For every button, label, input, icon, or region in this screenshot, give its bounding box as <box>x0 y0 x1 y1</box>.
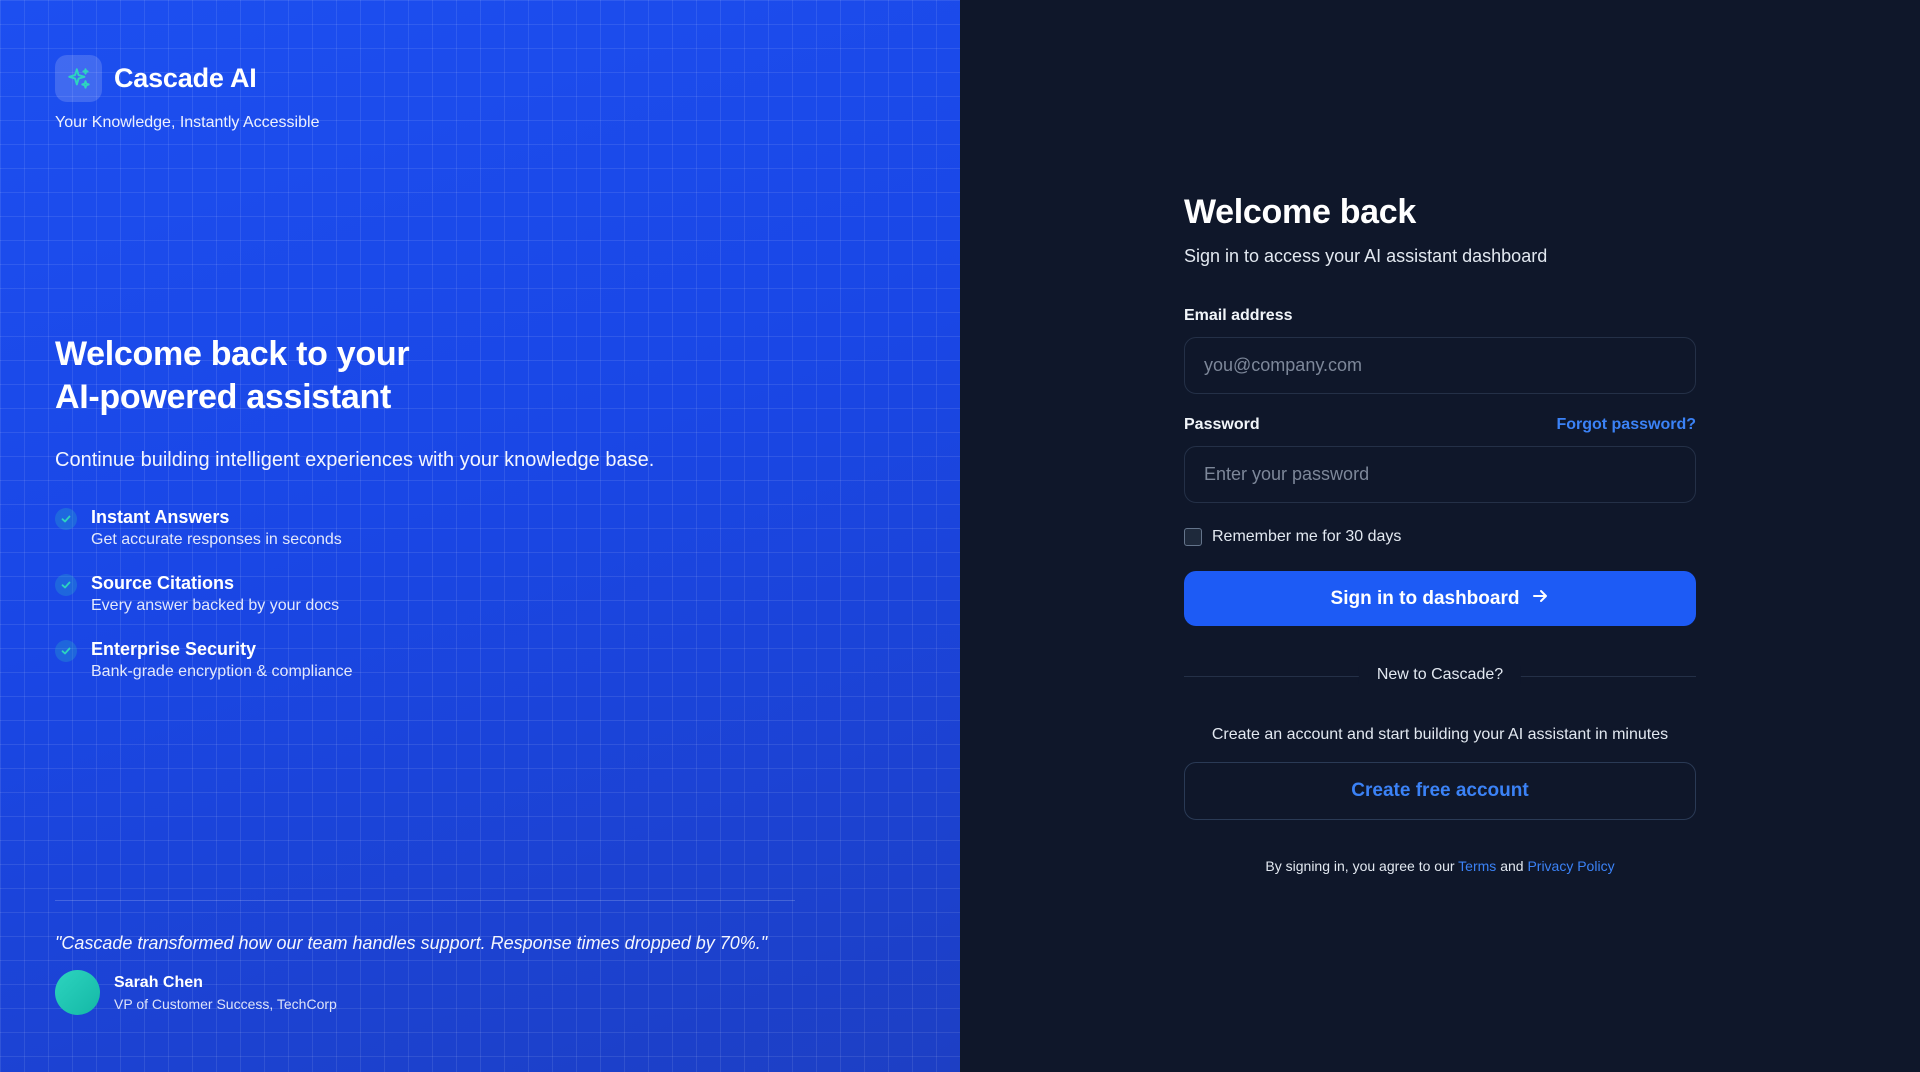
check-icon <box>55 640 77 662</box>
check-icon <box>55 574 77 596</box>
password-field-group: Password Forgot password? <box>1184 416 1696 503</box>
divider: New to Cascade? <box>1184 666 1696 686</box>
feature-desc: Bank-grade encryption & compliance <box>91 663 353 680</box>
hero-title-line-2: AI-powered assistant <box>55 378 391 416</box>
hero-subtitle: Continue building intelligent experience… <box>55 449 655 471</box>
email-input[interactable] <box>1184 337 1696 394</box>
email-field-group: Email address <box>1184 307 1696 394</box>
feature-title: Source Citations <box>91 573 235 593</box>
form-title: Welcome back <box>1184 193 1416 231</box>
divider-text: New to Cascade? <box>1358 666 1522 684</box>
remember-checkbox[interactable] <box>1184 528 1202 546</box>
remember-label: Remember me for 30 days <box>1212 528 1402 545</box>
brand-tagline: Your Knowledge, Instantly Accessible <box>55 114 320 131</box>
hero-title: Welcome back to your AI-powered assistan… <box>55 333 815 419</box>
author-name: Sarah Chen <box>114 973 203 991</box>
feature-title: Instant Answers <box>91 507 230 527</box>
legal-notice: By signing in, you agree to our Terms an… <box>1184 858 1696 874</box>
signup-prompt: Create an account and start building you… <box>1211 726 1669 743</box>
form-subtitle: Sign in to access your AI assistant dash… <box>1184 246 1548 266</box>
hero: Welcome back to your AI-powered assistan… <box>55 333 815 704</box>
feature-item: Instant Answers Get accurate responses i… <box>55 506 815 549</box>
testimonial-author: Sarah Chen VP of Customer Success, TechC… <box>55 970 795 1015</box>
terms-link[interactable]: Terms <box>1458 858 1496 874</box>
testimonial: "Cascade transformed how our team handle… <box>55 900 795 1015</box>
legal-and: and <box>1500 858 1524 874</box>
author-role: VP of Customer Success, TechCorp <box>114 995 337 1012</box>
brand: Cascade AI <box>55 55 905 102</box>
hero-title-line-1: Welcome back to your <box>55 335 410 373</box>
legal-prefix: By signing in, you agree to our <box>1265 858 1455 874</box>
remember-me[interactable]: Remember me for 30 days <box>1184 528 1696 546</box>
feature-desc: Every answer backed by your docs <box>91 597 340 614</box>
forgot-password-link[interactable]: Forgot password? <box>1556 416 1696 434</box>
sign-in-label: Sign in to dashboard <box>1330 587 1520 609</box>
sign-in-button[interactable]: Sign in to dashboard <box>1184 571 1696 626</box>
login-page: Cascade AI Your Knowledge, Instantly Acc… <box>0 0 1920 1072</box>
check-icon <box>55 508 77 530</box>
create-account-button[interactable]: Create free account <box>1184 762 1696 820</box>
password-input[interactable] <box>1184 446 1696 503</box>
feature-title: Enterprise Security <box>91 639 257 659</box>
marketing-panel: Cascade AI Your Knowledge, Instantly Acc… <box>0 0 960 1072</box>
privacy-policy-link[interactable]: Privacy Policy <box>1527 858 1614 874</box>
sparkles-icon <box>55 55 102 102</box>
avatar <box>55 970 100 1015</box>
signin-panel: Welcome back Sign in to access your AI a… <box>960 0 1920 1072</box>
brand-name: Cascade AI <box>114 63 257 93</box>
email-label: Email address <box>1184 307 1293 324</box>
signin-form: Welcome back Sign in to access your AI a… <box>1184 193 1696 874</box>
feature-desc: Get accurate responses in seconds <box>91 531 342 548</box>
password-label: Password <box>1184 416 1260 433</box>
testimonial-quote: "Cascade transformed how our team handle… <box>55 933 768 953</box>
feature-item: Enterprise Security Bank-grade encryptio… <box>55 638 815 681</box>
arrow-right-icon <box>1531 587 1549 611</box>
feature-item: Source Citations Every answer backed by … <box>55 572 815 615</box>
feature-list: Instant Answers Get accurate responses i… <box>55 506 815 681</box>
